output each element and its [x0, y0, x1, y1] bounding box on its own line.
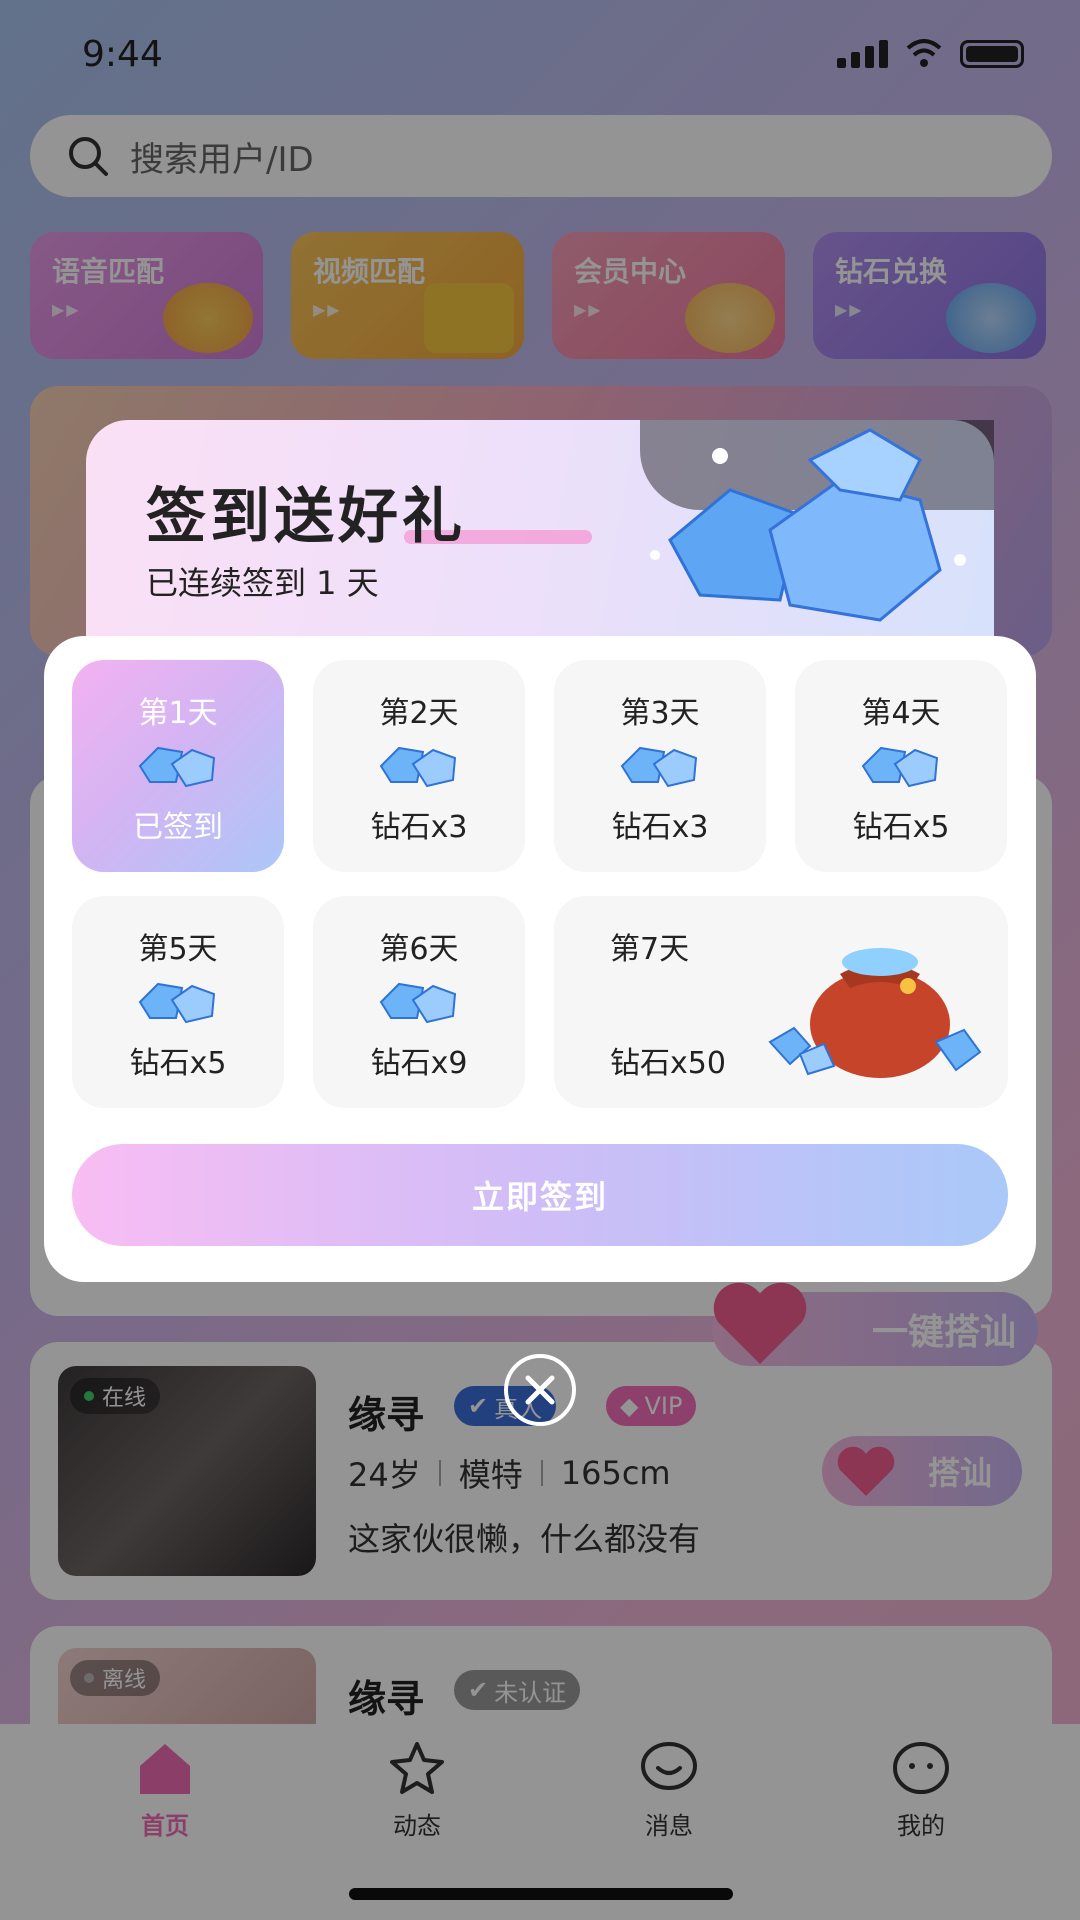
diamond-icon: [620, 746, 698, 788]
diamond-pile-icon: [650, 428, 966, 622]
day-label: 第5天: [138, 932, 218, 967]
day-card-2: 第2天 钻石x3: [313, 660, 525, 872]
day-card-7: 第7天 钻石x50: [554, 896, 1008, 1108]
day-card-3: 第3天 钻石x3: [554, 660, 766, 872]
diamond-icon: [138, 746, 216, 788]
day-card-6: 第6天 钻石x9: [313, 896, 525, 1108]
diamond-icon: [379, 746, 457, 788]
day-card-4: 第4天 钻石x5: [795, 660, 1007, 872]
day-label: 第1天: [138, 696, 218, 731]
diamond-icon: [138, 982, 216, 1024]
modal-title: 签到送好礼: [146, 482, 466, 552]
close-button[interactable]: [504, 1354, 576, 1426]
day-reward: 钻石x50: [610, 1046, 726, 1081]
diamond-icon: [861, 746, 939, 788]
diamond-icon: [379, 982, 457, 1024]
day-reward: 已签到: [133, 810, 223, 845]
day-reward: 钻石x5: [852, 810, 950, 845]
day-reward: 钻石x5: [129, 1046, 227, 1081]
day-label: 第7天: [610, 932, 690, 967]
treasure-bag-icon: [768, 948, 982, 1078]
day-label: 第3天: [620, 696, 700, 731]
day-reward: 钻石x3: [611, 810, 709, 845]
day-reward: 钻石x9: [370, 1046, 468, 1081]
day-card-1: 第1天 已签到: [72, 660, 284, 872]
day-label: 第4天: [861, 696, 941, 731]
day-label: 第6天: [379, 932, 459, 967]
modal-subtitle: 已连续签到 1 天: [146, 564, 379, 602]
day-reward: 钻石x3: [370, 810, 468, 845]
day-label: 第2天: [379, 696, 459, 731]
day-card-5: 第5天 钻石x5: [72, 896, 284, 1108]
close-icon: [525, 1375, 555, 1405]
sign-in-button[interactable]: 立即签到: [72, 1144, 1008, 1246]
